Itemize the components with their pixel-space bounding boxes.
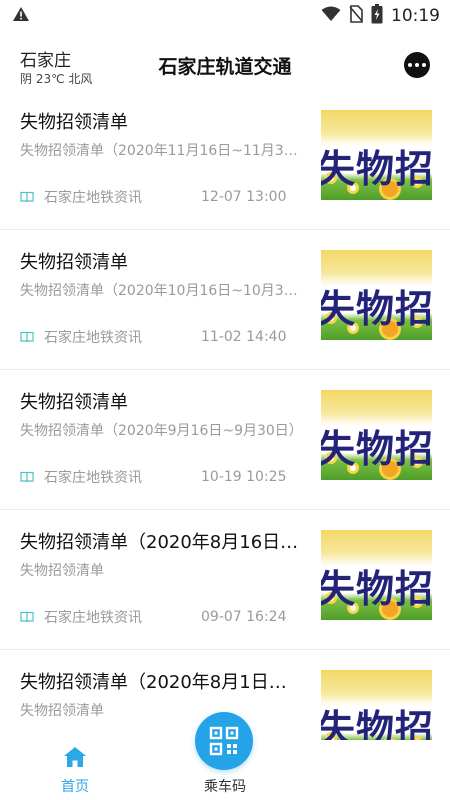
wifi-icon: [321, 6, 341, 26]
thumbnail-text: 失物招领: [321, 707, 432, 740]
qr-code-button[interactable]: [195, 712, 253, 770]
list-item[interactable]: 失物招领清单（2020年8月16日~8月31日） 失物招领清单 石家庄地铁资讯 …: [0, 510, 450, 650]
news-summary: 失物招领清单（2020年11月16日~11月30日）: [20, 143, 304, 159]
news-time: 09-07 16:24: [201, 609, 287, 625]
book-icon: [20, 471, 34, 483]
news-meta: 石家庄地铁资讯 10-19 10:25: [20, 467, 286, 487]
news-title: 失物招领清单（2020年8月1日~8月15日）: [20, 672, 300, 693]
news-list: 失物招领清单 失物招领清单（2020年11月16日~11月30日） 石家庄地铁资…: [0, 90, 450, 740]
status-icons: 10:19: [321, 4, 440, 28]
book-icon: [20, 331, 34, 343]
thumbnail-text: 失物招领: [321, 287, 432, 331]
news-thumbnail: 失物招领: [321, 250, 432, 340]
news-thumbnail: 失物招领: [321, 530, 432, 620]
thumbnail-text: 失物招领: [321, 147, 432, 191]
news-summary: 失物招领清单: [20, 563, 104, 579]
more-icon[interactable]: [404, 52, 430, 78]
news-meta: 石家庄地铁资讯 12-07 13:00: [20, 187, 286, 207]
news-title: 失物招领清单（2020年8月16日~8月31日）: [20, 532, 300, 553]
thumbnail-text: 失物招领: [321, 567, 432, 611]
news-summary: 失物招领清单: [20, 703, 104, 719]
news-source: 石家庄地铁资讯: [44, 470, 142, 486]
qr-code-icon: [209, 726, 239, 756]
home-icon: [64, 747, 86, 767]
book-icon: [20, 611, 34, 623]
news-source: 石家庄地铁资讯: [44, 330, 142, 346]
book-icon: [20, 191, 34, 203]
news-time: 11-02 14:40: [201, 329, 287, 345]
list-item[interactable]: 失物招领清单 失物招领清单（2020年11月16日~11月30日） 石家庄地铁资…: [0, 90, 450, 230]
news-source: 石家庄地铁资讯: [44, 610, 142, 626]
status-bar: 10:19: [0, 0, 450, 32]
warning-icon: [12, 6, 30, 26]
page-title: 石家庄轨道交通: [158, 56, 292, 78]
thumbnail-text: 失物招领: [321, 427, 432, 471]
news-summary: 失物招领清单（2020年10月16日~10月31日）: [20, 283, 304, 299]
news-thumbnail: 失物招领: [321, 670, 432, 740]
no-sim-icon: [349, 5, 363, 27]
news-title: 失物招领清单: [20, 252, 128, 273]
list-item[interactable]: 失物招领清单 失物招领清单（2020年9月16日~9月30日） 石家庄地铁资讯 …: [0, 370, 450, 510]
news-summary: 失物招领清单（2020年9月16日~9月30日）: [20, 423, 303, 439]
battery-charging-icon: [371, 4, 383, 28]
nav-home[interactable]: 首页: [50, 740, 100, 800]
clock-time: 10:19: [391, 6, 440, 26]
list-item[interactable]: 失物招领清单 失物招领清单（2020年10月16日~10月31日） 石家庄地铁资…: [0, 230, 450, 370]
news-time: 12-07 13:00: [201, 189, 287, 205]
news-source: 石家庄地铁资讯: [44, 190, 142, 206]
news-meta: 石家庄地铁资讯 11-02 14:40: [20, 327, 286, 347]
news-title: 失物招领清单: [20, 112, 128, 133]
news-meta: 石家庄地铁资讯 09-07 16:24: [20, 607, 286, 627]
nav-ride-code-label[interactable]: 乘车码: [190, 776, 260, 796]
news-thumbnail: 失物招领: [321, 390, 432, 480]
nav-home-label: 首页: [61, 779, 89, 795]
app-header: 石家庄 阴 23℃ 北风 石家庄轨道交通: [0, 40, 450, 92]
news-time: 10-19 10:25: [201, 469, 287, 485]
news-title: 失物招领清单: [20, 392, 128, 413]
news-thumbnail: 失物招领: [321, 110, 432, 200]
